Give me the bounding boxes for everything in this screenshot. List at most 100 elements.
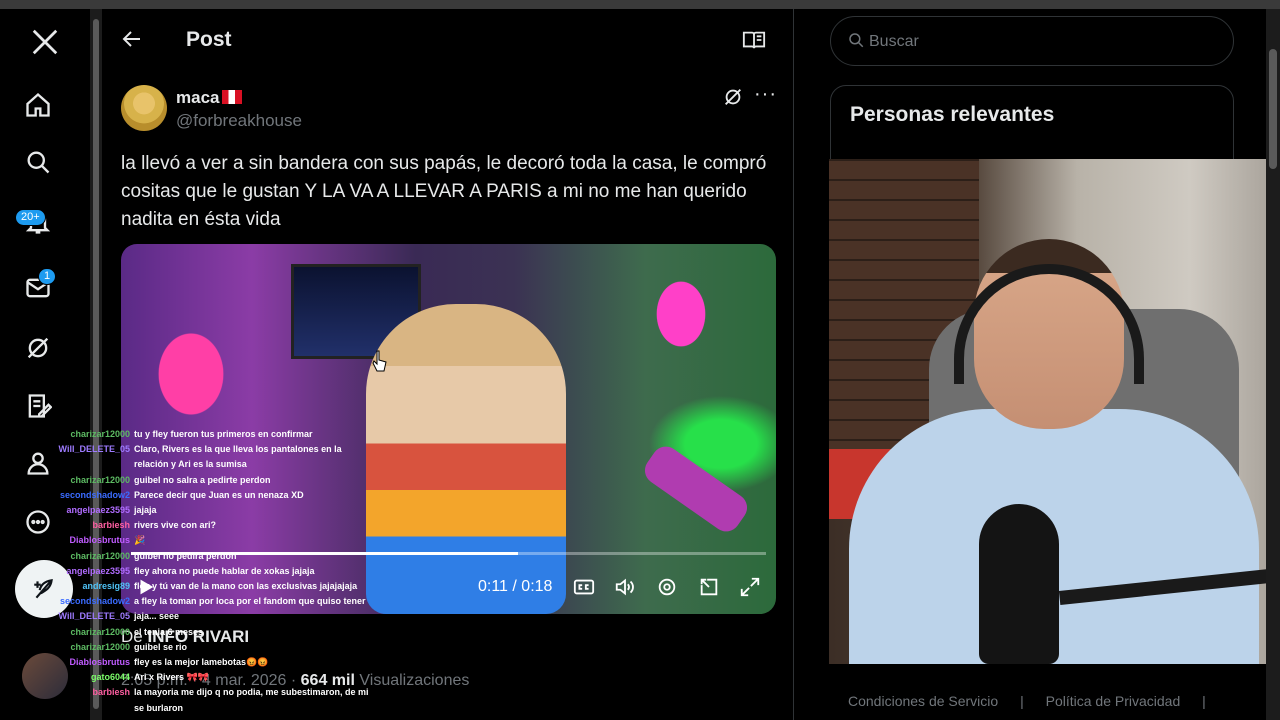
captions-icon: [573, 579, 595, 595]
chat-text: tu y fley fueron tus primeros en confirm…: [134, 429, 313, 439]
webcam-microphone: [979, 504, 1059, 664]
chat-text: la mayoria me dijo q no podia, me subest…: [134, 687, 369, 698]
chat-text: jajaja: [134, 505, 157, 515]
articles-icon[interactable]: [21, 389, 55, 423]
messages-badge: 1: [38, 268, 57, 285]
chat-username: gato6044: [90, 672, 130, 683]
author-handle[interactable]: @forbreakhouse: [176, 111, 302, 131]
peru-flag-icon: [222, 90, 243, 104]
gear-icon: [658, 578, 676, 596]
settings-button[interactable]: [656, 576, 680, 600]
chat-username: Will_DELETE_05: [58, 611, 130, 622]
chat-text: el tenia 6 meses: [134, 626, 204, 637]
chat-text: guibel se rio: [134, 641, 188, 652]
footer-links: Condiciones de Servicio | Política de Pr…: [848, 693, 1224, 709]
browser-top-bar: [0, 0, 1280, 9]
chat-message: secondshadow2 a fley la toman por loca po…: [0, 596, 366, 607]
author-name-text[interactable]: maca: [176, 88, 219, 107]
search-icon: [849, 33, 864, 48]
chat-message: secondshadow2 Parece decir que Juan es un…: [0, 490, 304, 501]
author-name[interactable]: maca: [176, 88, 243, 108]
chat-message: Will_DELETE_05 jaja... seee: [0, 611, 180, 622]
x-logo-icon[interactable]: [28, 25, 62, 59]
video-time: 0:11 / 0:18: [478, 578, 553, 595]
chat-text: Ari x Rivers 🎀🎀: [134, 672, 209, 683]
explore-search-icon[interactable]: [21, 145, 55, 179]
chat-message: Will_DELETE_05 Claro, Rivers es la que ll…: [0, 444, 342, 455]
chat-username: charizar12000: [70, 550, 130, 561]
footer-separator: |: [1020, 693, 1024, 709]
chat-text: fley es la mejor lamebotas😡😡: [134, 657, 269, 667]
grok-icon: [725, 89, 741, 105]
chat-text: rivers vive con ari?: [134, 520, 217, 531]
chat-message: barbiesh rivers vive con ari?: [0, 520, 216, 531]
chat-username: Will_DELETE_05: [58, 444, 130, 455]
book-icon: [742, 31, 766, 49]
page-title: Post: [186, 28, 232, 51]
expand-icon: [740, 577, 760, 597]
chat-text: se burlaron: [134, 702, 184, 713]
chat-message: charizar12000 guibel no salra a pedirte p…: [0, 474, 271, 486]
terms-link[interactable]: Condiciones de Servicio: [848, 693, 998, 709]
chat-message: se burlaron: [0, 703, 183, 714]
chat-message: andresig89 fley y tú van de la mano con l…: [0, 581, 357, 592]
reader-mode-button[interactable]: [742, 29, 768, 51]
notifications-badge: 20+: [15, 209, 46, 226]
fullscreen-button[interactable]: [739, 576, 763, 600]
chat-message: Diablosbrutus 🎉: [0, 535, 145, 546]
chat-text: Claro, Rivers es la que lleva los pantal…: [134, 444, 342, 455]
chat-text: fley ahora no puede hablar de xokas jaja…: [134, 565, 315, 576]
chat-message: charizar12000 el tenia 6 meses: [0, 627, 203, 638]
chat-username: andresig89: [82, 581, 130, 591]
relevant-people-title: Personas relevantes: [850, 103, 1055, 126]
chat-username: angelpaez3595: [66, 565, 130, 576]
more-options-button[interactable]: ···: [754, 83, 777, 106]
page-scrollbar-thumb[interactable]: [1269, 49, 1277, 169]
chat-message: angelpaez3595 fley ahora no puede hablar …: [0, 565, 315, 577]
chat-message: gato6044 Ari x Rivers 🎀🎀: [0, 672, 209, 683]
chat-username: charizar12000: [70, 641, 130, 652]
chat-username: secondshadow2: [59, 596, 130, 607]
chat-username: Diablosbrutus: [69, 657, 130, 667]
chat-username: charizar12000: [70, 474, 130, 485]
author-avatar[interactable]: [121, 85, 167, 131]
chat-username: Diablosbrutus: [69, 535, 130, 546]
chat-message: charizar12000 guibel se rio: [0, 642, 187, 653]
volume-icon: [615, 578, 634, 596]
chat-username: secondshadow2: [59, 489, 130, 500]
back-button[interactable]: [120, 27, 146, 53]
chat-username: barbiesh: [92, 520, 130, 531]
streamer-webcam-overlay: [829, 159, 1280, 664]
grok-icon[interactable]: [21, 331, 55, 365]
chat-username: charizar12000: [70, 429, 130, 439]
chat-text: fley y tú van de la mano con las exclusi…: [134, 581, 358, 591]
chat-message: Diablosbrutus fley es la mejor lamebotas😡…: [0, 657, 268, 668]
search-box[interactable]: [830, 16, 1234, 66]
chat-text: a fley la toman por loca por el fandom q…: [134, 596, 366, 607]
grok-explain-button[interactable]: [722, 86, 746, 108]
post-text: la llevó a ver a sin bandera con sus pap…: [121, 153, 767, 230]
picture-in-picture-icon: [700, 578, 718, 596]
home-icon[interactable]: [21, 88, 55, 122]
chat-username: charizar12000: [70, 626, 130, 637]
page-scrollbar[interactable]: [1266, 9, 1280, 720]
search-input[interactable]: [869, 29, 1209, 55]
chat-text: guibel no pedira perdon: [134, 550, 237, 561]
pip-button[interactable]: [698, 576, 722, 600]
chat-message: charizar12000 guibel no pedira perdon: [0, 550, 237, 562]
video-scene-microphone: [639, 441, 753, 537]
chat-text: jaja... seee: [134, 611, 180, 622]
captions-button[interactable]: [573, 576, 597, 600]
volume-button[interactable]: [614, 576, 638, 600]
chat-message: relación y Ari es la sumisa: [0, 459, 247, 470]
mouse-cursor-icon: [372, 350, 387, 372]
privacy-link[interactable]: Política de Privacidad: [1046, 693, 1181, 709]
chat-text: relación y Ari es la sumisa: [134, 459, 247, 470]
footer-separator: |: [1202, 693, 1206, 709]
chat-username: barbiesh: [92, 687, 130, 698]
main-column: Post maca @forbreakhouse ··· la llevó a …: [102, 9, 794, 720]
post-header: Post: [102, 9, 794, 71]
chat-message: angelpaez3595 jajaja: [0, 505, 157, 516]
chat-text: guibel no salra a pedirte perdon: [134, 474, 271, 485]
chat-text: Parece decir que Juan es un nenaza XD: [134, 489, 304, 500]
